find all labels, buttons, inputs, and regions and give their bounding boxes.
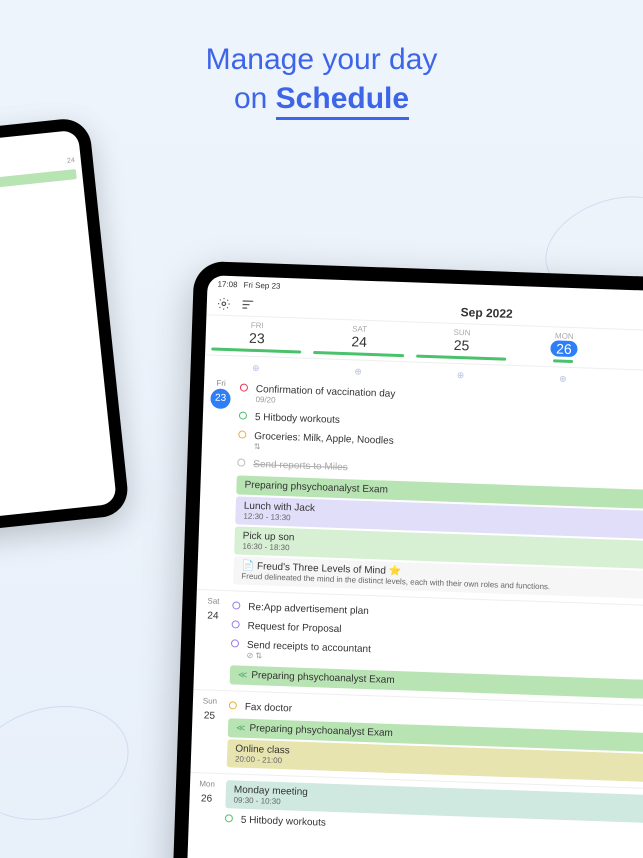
task-title: 5 Hitbody workouts: [241, 815, 326, 829]
task-bullet-icon: [239, 411, 247, 419]
headline: Manage your day on Schedule: [0, 40, 643, 118]
task-bullet-icon: [232, 620, 240, 628]
task-title: Request for Proposal: [247, 621, 341, 635]
day-label[interactable]: Mon26: [193, 779, 220, 810]
headline-line1: Manage your day: [206, 43, 438, 76]
headline-line2-bold: Schedule: [276, 82, 409, 120]
schedule-list[interactable]: Fri23Confirmation of vaccination day09/2…: [188, 378, 643, 858]
task-bullet-icon: [238, 430, 246, 438]
chevron-left-icon: ≪: [236, 723, 246, 733]
week-day-sat[interactable]: SAT24: [307, 319, 411, 362]
task-title: 5 Hitbody workouts: [255, 412, 340, 426]
task-bullet-icon: [225, 814, 233, 822]
task-title: Re:App advertisement plan: [248, 602, 369, 617]
week-day-fri[interactable]: FRI23: [205, 315, 309, 358]
task-title: Fax doctor: [245, 702, 293, 715]
task-bullet-icon: [229, 701, 237, 709]
day-label[interactable]: Fri23: [207, 378, 234, 409]
tablet-main: 17:08 Fri Sep 23 Sep 2022 FRI23SAT24SUN2…: [172, 261, 643, 858]
task-bullet-icon: [231, 639, 239, 647]
task-bullet-icon: [237, 458, 245, 466]
chevron-left-icon: ≪: [238, 670, 248, 680]
status-date: Fri Sep 23: [243, 281, 280, 291]
tablet-left: 24 t Exam Re:App advertisement Request f…: [0, 116, 130, 543]
week-day-tue[interactable]: TUE27: [614, 330, 643, 373]
task-bullet-icon: [240, 383, 248, 391]
task-bullet-icon: [232, 601, 240, 609]
task-title: Send reports to Miles: [253, 459, 348, 473]
menu-icon[interactable]: [241, 297, 255, 311]
status-time: 17:08: [217, 280, 237, 290]
tablet-left-screen: 24 t Exam Re:App advertisement Request f…: [0, 130, 117, 531]
gear-icon[interactable]: [217, 297, 231, 311]
week-day-sun[interactable]: SUN25: [410, 322, 514, 365]
tablet-main-screen: 17:08 Fri Sep 23 Sep 2022 FRI23SAT24SUN2…: [186, 275, 643, 858]
day-label[interactable]: Sun25: [196, 696, 223, 727]
decor-blob: [0, 689, 142, 837]
day-label[interactable]: Sat24: [200, 596, 227, 627]
headline-line2-pre: on: [234, 82, 276, 115]
week-day-mon[interactable]: MON26: [512, 326, 616, 369]
